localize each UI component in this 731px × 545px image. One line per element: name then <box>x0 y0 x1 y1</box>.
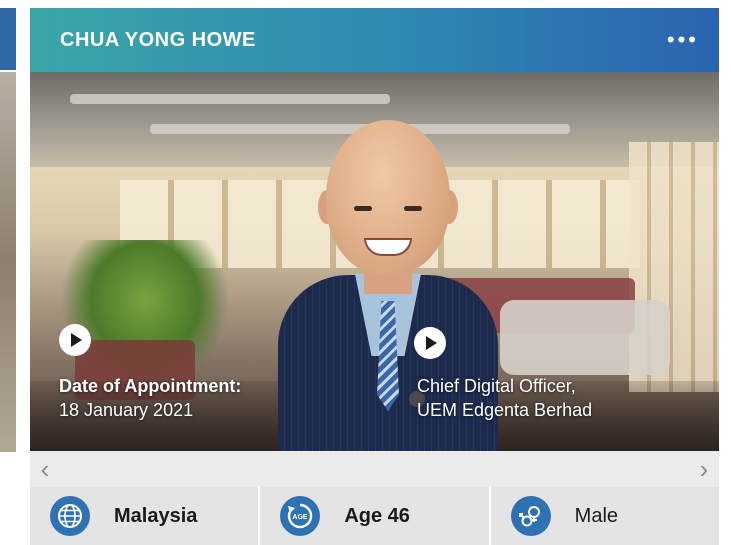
photo-duct <box>70 94 390 104</box>
play-icon[interactable] <box>414 327 446 359</box>
photo-chairs <box>500 300 670 375</box>
position-company: UEM Edgenta Berhad <box>417 400 593 420</box>
gender-icon <box>510 496 551 536</box>
portrait-eye <box>354 206 372 211</box>
adjacent-card-photo <box>0 72 16 452</box>
gender-value: Male <box>574 504 619 527</box>
portrait-head <box>326 120 450 275</box>
more-options-button[interactable]: ••• <box>667 29 699 51</box>
profile-header: CHUA YONG HOWE ••• <box>30 8 719 72</box>
age-icon-text: AGE <box>293 514 309 521</box>
profile-facts: Malaysia AGE Age 46 Male <box>30 487 719 545</box>
play-icon[interactable] <box>59 324 91 356</box>
nationality-value: Malaysia <box>114 504 198 527</box>
age-value: Age 46 <box>344 504 410 527</box>
position-title: Chief Digital Officer, <box>417 376 576 396</box>
age-icon: AGE <box>280 496 321 536</box>
adjacent-card-left <box>0 0 30 545</box>
profile-card: CHUA YONG HOWE ••• Date of Appointment: … <box>30 8 719 545</box>
horizontal-scrollbar[interactable]: ‹ › <box>30 451 719 487</box>
profile-name: CHUA YONG HOWE <box>60 28 256 51</box>
fact-nationality: Malaysia <box>30 487 261 545</box>
fact-age: AGE Age 46 <box>260 487 491 545</box>
scroll-left-arrow[interactable]: ‹ <box>30 451 60 487</box>
appointment-caption: Date of Appointment: 18 January 2021 <box>59 374 241 422</box>
position-caption: Chief Digital Officer, UEM Edgenta Berha… <box>417 374 592 422</box>
adjacent-card-header <box>0 8 16 70</box>
portrait-mouth <box>364 238 412 256</box>
appointment-date: 18 January 2021 <box>59 400 194 420</box>
profile-photo: Date of Appointment: 18 January 2021 Chi… <box>30 72 719 451</box>
adjacent-card-right <box>719 0 731 545</box>
scroll-right-arrow[interactable]: › <box>689 451 719 487</box>
fact-gender: Male <box>491 487 719 545</box>
portrait-eye <box>404 206 422 211</box>
globe-icon <box>50 496 90 536</box>
appointment-label: Date of Appointment: <box>59 376 242 396</box>
scrollbar-track[interactable] <box>60 451 689 487</box>
